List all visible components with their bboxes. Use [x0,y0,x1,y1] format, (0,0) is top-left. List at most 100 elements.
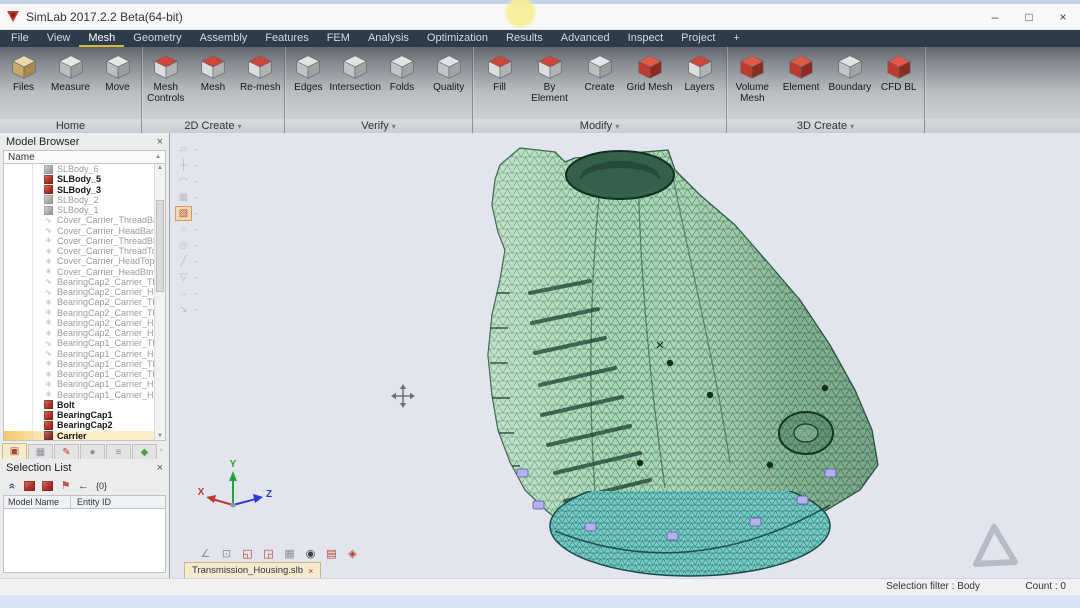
menu-analysis[interactable]: Analysis [359,30,418,47]
mesh-button[interactable]: Mesh [190,52,237,94]
tree-item[interactable]: ✳ Cover_Carrier_HeadTopRBE [4,256,165,266]
model-name-column[interactable]: Model Name [4,496,71,508]
measure-angle-icon[interactable]: ∠ [198,546,213,561]
menu-inspect[interactable]: Inspect [619,30,672,47]
menu-assembly[interactable]: Assembly [191,30,257,47]
menu-file[interactable]: File [2,30,38,47]
create-button[interactable]: Create [576,52,623,94]
tab-overflow-icon[interactable]: › [160,447,162,454]
tree-item[interactable]: ✳ Cover_Carrier_HeadBtmRBE [4,267,165,277]
menu-results[interactable]: Results [497,30,552,47]
entity-id-column[interactable]: Entity ID [71,497,111,507]
wireframe-cube-icon[interactable]: ▦ [282,546,297,561]
tree-item[interactable]: SLBody_2 [4,195,165,205]
ribbon-group-modify[interactable]: Modify▾ [473,119,726,133]
menu-project[interactable]: Project [672,30,724,47]
tree-item[interactable]: ∿ BearingCap1_Carrier_HeadBar [4,349,165,359]
tree-item[interactable]: ✳ Cover_Carrier_ThreadTopRBE [4,246,165,256]
close-icon[interactable]: × [157,136,163,148]
tree-item[interactable]: Carrier [4,431,165,441]
tree-item[interactable]: SLBody_3 [4,185,165,195]
shaded-cube-icon[interactable]: ▧ [176,207,191,220]
intersection-button[interactable]: Intersection [332,52,379,94]
tree-item[interactable]: ✳ BearingCap1_Carrier_Thread.. [4,369,165,379]
selection-count[interactable]: {0} [96,480,107,492]
by-element-button[interactable]: By Element [526,52,573,104]
target-tool-icon[interactable]: ◎ [176,239,191,252]
tree-item[interactable]: BearingCap1 [4,410,165,420]
tree-item[interactable]: ✳ BearingCap1_Carrier_HeadBt.. [4,390,165,400]
collapse-icon[interactable]: « [6,480,18,491]
tree-item[interactable]: SLBody_6 [4,164,165,174]
tree-item[interactable]: ✳ BearingCap2_Carrier_Thread.. [4,297,165,307]
node-tool-icon[interactable]: ┼ [176,159,191,172]
markup-tab[interactable]: ✎ [54,444,79,459]
scroll-thumb[interactable] [156,200,164,292]
menu-geometry[interactable]: Geometry [124,30,190,47]
measure-button[interactable]: Measure [47,52,94,94]
tree-item[interactable]: ✳ BearingCap1_Carrier_Thread.. [4,359,165,369]
close-button[interactable]: × [1046,4,1080,30]
name-column-header[interactable]: Name ▲ [3,150,166,164]
selection-list-body[interactable] [3,509,166,573]
file-tab[interactable]: Transmission_Housing.slb × [184,562,321,578]
tree-item[interactable]: Bolt [4,400,165,410]
zoom-window-icon[interactable]: ◱ [240,546,255,561]
element-button[interactable]: Element [778,52,825,94]
tree-item[interactable]: ✳ BearingCap2_Carrier_HeadT.. [4,318,165,328]
minimize-button[interactable]: – [978,4,1012,30]
viewport[interactable]: ▱ ┼ ◠ ▦ ▧ ○ ◎ ╱ ▽ → ↘ [170,133,1080,578]
close-icon[interactable]: × [308,566,313,576]
tree-item[interactable]: ✳ BearingCap2_Carrier_HeadBt.. [4,328,165,338]
viewport-canvas[interactable]: Y X Z [170,133,1080,578]
tree-item[interactable]: ∿ BearingCap2_Carrier_Thread.. [4,277,165,287]
ribbon-group-3d-create[interactable]: 3D Create▾ [727,119,924,133]
fill-button[interactable]: Fill [476,52,523,94]
display-tab[interactable]: ◆ [132,444,157,459]
menu-add[interactable]: + [724,30,748,47]
model-mesh[interactable] [488,148,878,576]
tree-item[interactable]: ∿ Cover_Carrier_ThreadBar [4,215,165,225]
zoom-freehand-icon[interactable]: ◲ [261,546,276,561]
group-tab[interactable]: ≡ [106,444,131,459]
tree-item[interactable]: ✳ BearingCap1_Carrier_HeadT.. [4,379,165,389]
slice-tool-icon[interactable]: ╱ [176,255,191,268]
triangle-tool-icon[interactable]: ▽ [176,271,191,284]
ribbon-group-home[interactable]: Home▾ [0,119,141,133]
tree-scrollbar[interactable]: ▲ ▼ [154,164,165,440]
tree-item[interactable]: BearingCap2 [4,420,165,430]
back-arrow-icon[interactable]: ← [78,480,89,492]
quality-button[interactable]: Quality [425,52,472,94]
layers-button[interactable]: Layers [676,52,723,94]
tree-item[interactable]: ∿ BearingCap2_Carrier_HeadBar [4,287,165,297]
menu-mesh[interactable]: Mesh [79,30,124,47]
mesh-controls-button[interactable]: Mesh Controls [142,52,189,104]
sketch-arrow-icon[interactable]: ↘ [176,303,191,316]
fit-view-icon[interactable]: ⊡ [219,546,234,561]
pointer-tool-icon[interactable]: ▱ [176,143,191,156]
boundary-button[interactable]: Boundary [826,52,873,94]
section-body-icon[interactable]: ◈ [345,546,360,561]
tree-item[interactable]: ✳ Cover_Carrier_ThreadBtmRBE [4,236,165,246]
tree-item[interactable]: ✳ BearingCap2_Carrier_Thread.. [4,308,165,318]
body-tab[interactable]: ▦ [28,444,53,459]
arc-tool-icon[interactable]: ◠ [176,175,191,188]
volume-mesh-button[interactable]: Volume Mesh [729,52,776,104]
mesh-cube-icon[interactable]: ▦ [176,191,191,204]
menu-features[interactable]: Features [256,30,317,47]
tree-item[interactable]: ∿ Cover_Carrier_HeadBar [4,226,165,236]
visibility-eye-icon[interactable]: ◉ [303,546,318,561]
menu-view[interactable]: View [38,30,80,47]
grid-mesh-button[interactable]: Grid Mesh [626,52,673,94]
cfd-bl-button[interactable]: CFD BL [875,52,922,94]
assembly-tab[interactable]: ▣ [2,443,27,459]
scroll-up-icon[interactable]: ▲ [155,165,165,171]
edges-button[interactable]: Edges [285,52,332,94]
folds-button[interactable]: Folds [379,52,426,94]
tree-item[interactable]: ∿ BearingCap1_Carrier_Thread.. [4,338,165,348]
menu-advanced[interactable]: Advanced [552,30,619,47]
layer-stack-icon[interactable]: ▤ [324,546,339,561]
menu-fem[interactable]: FEM [318,30,359,47]
subtract-body-icon[interactable] [42,481,53,491]
files-button[interactable]: Files [0,52,47,94]
